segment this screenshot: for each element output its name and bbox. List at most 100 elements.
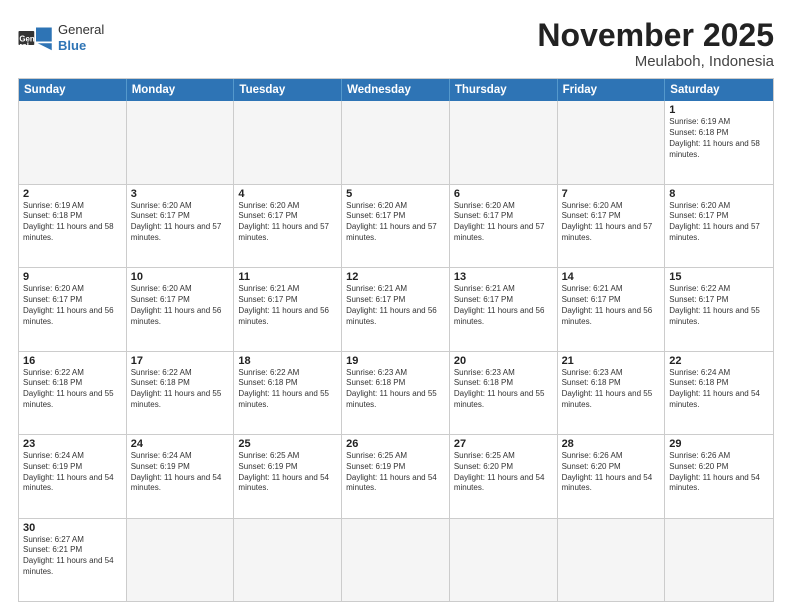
day-number: 1 bbox=[669, 104, 769, 116]
calendar-cell-2-4: 13Sunrise: 6:21 AMSunset: 6:17 PMDayligh… bbox=[450, 268, 558, 350]
location-title: Meulaboh, Indonesia bbox=[537, 53, 774, 70]
calendar-cell-3-2: 18Sunrise: 6:22 AMSunset: 6:18 PMDayligh… bbox=[234, 352, 342, 434]
month-title: November 2025 bbox=[537, 18, 774, 53]
calendar-cell-1-4: 6Sunrise: 6:20 AMSunset: 6:17 PMDaylight… bbox=[450, 185, 558, 267]
calendar-cell-5-4 bbox=[450, 519, 558, 601]
day-number: 5 bbox=[346, 188, 445, 200]
calendar-cell-0-5 bbox=[558, 101, 666, 183]
header-wednesday: Wednesday bbox=[342, 79, 450, 101]
header-monday: Monday bbox=[127, 79, 235, 101]
sun-info: Sunrise: 6:20 AMSunset: 6:17 PMDaylight:… bbox=[238, 201, 337, 244]
sun-info: Sunrise: 6:24 AMSunset: 6:19 PMDaylight:… bbox=[23, 451, 122, 494]
calendar-row-0: 1Sunrise: 6:19 AMSunset: 6:18 PMDaylight… bbox=[19, 101, 773, 183]
header: Gene ral General Blue November 2025 Meul… bbox=[18, 18, 774, 70]
sun-info: Sunrise: 6:25 AMSunset: 6:20 PMDaylight:… bbox=[454, 451, 553, 494]
calendar-cell-1-3: 5Sunrise: 6:20 AMSunset: 6:17 PMDaylight… bbox=[342, 185, 450, 267]
calendar-cell-5-5 bbox=[558, 519, 666, 601]
day-number: 29 bbox=[669, 438, 769, 450]
calendar-cell-4-4: 27Sunrise: 6:25 AMSunset: 6:20 PMDayligh… bbox=[450, 435, 558, 517]
general-blue-logo-icon: Gene ral bbox=[18, 24, 54, 52]
sun-info: Sunrise: 6:19 AMSunset: 6:18 PMDaylight:… bbox=[669, 117, 769, 160]
day-number: 27 bbox=[454, 438, 553, 450]
calendar: Sunday Monday Tuesday Wednesday Thursday… bbox=[18, 78, 774, 602]
day-number: 7 bbox=[562, 188, 661, 200]
calendar-cell-0-1 bbox=[127, 101, 235, 183]
sun-info: Sunrise: 6:25 AMSunset: 6:19 PMDaylight:… bbox=[238, 451, 337, 494]
sun-info: Sunrise: 6:22 AMSunset: 6:18 PMDaylight:… bbox=[131, 368, 230, 411]
day-number: 28 bbox=[562, 438, 661, 450]
calendar-cell-1-0: 2Sunrise: 6:19 AMSunset: 6:18 PMDaylight… bbox=[19, 185, 127, 267]
sun-info: Sunrise: 6:23 AMSunset: 6:18 PMDaylight:… bbox=[454, 368, 553, 411]
header-tuesday: Tuesday bbox=[234, 79, 342, 101]
calendar-cell-1-5: 7Sunrise: 6:20 AMSunset: 6:17 PMDaylight… bbox=[558, 185, 666, 267]
logo-text-general: General bbox=[58, 22, 104, 38]
day-number: 16 bbox=[23, 355, 122, 367]
calendar-cell-0-0 bbox=[19, 101, 127, 183]
day-number: 3 bbox=[131, 188, 230, 200]
calendar-row-1: 2Sunrise: 6:19 AMSunset: 6:18 PMDaylight… bbox=[19, 184, 773, 267]
day-number: 23 bbox=[23, 438, 122, 450]
calendar-cell-4-3: 26Sunrise: 6:25 AMSunset: 6:19 PMDayligh… bbox=[342, 435, 450, 517]
logo: Gene ral General Blue bbox=[18, 22, 104, 53]
day-number: 2 bbox=[23, 188, 122, 200]
sun-info: Sunrise: 6:26 AMSunset: 6:20 PMDaylight:… bbox=[562, 451, 661, 494]
calendar-cell-3-5: 21Sunrise: 6:23 AMSunset: 6:18 PMDayligh… bbox=[558, 352, 666, 434]
day-number: 15 bbox=[669, 271, 769, 283]
day-number: 19 bbox=[346, 355, 445, 367]
calendar-cell-1-2: 4Sunrise: 6:20 AMSunset: 6:17 PMDaylight… bbox=[234, 185, 342, 267]
day-number: 4 bbox=[238, 188, 337, 200]
day-number: 26 bbox=[346, 438, 445, 450]
calendar-cell-0-2 bbox=[234, 101, 342, 183]
sun-info: Sunrise: 6:22 AMSunset: 6:18 PMDaylight:… bbox=[238, 368, 337, 411]
day-number: 30 bbox=[23, 522, 122, 534]
calendar-cell-1-1: 3Sunrise: 6:20 AMSunset: 6:17 PMDaylight… bbox=[127, 185, 235, 267]
sun-info: Sunrise: 6:20 AMSunset: 6:17 PMDaylight:… bbox=[131, 201, 230, 244]
calendar-cell-3-1: 17Sunrise: 6:22 AMSunset: 6:18 PMDayligh… bbox=[127, 352, 235, 434]
calendar-cell-2-5: 14Sunrise: 6:21 AMSunset: 6:17 PMDayligh… bbox=[558, 268, 666, 350]
header-thursday: Thursday bbox=[450, 79, 558, 101]
day-number: 10 bbox=[131, 271, 230, 283]
sun-info: Sunrise: 6:23 AMSunset: 6:18 PMDaylight:… bbox=[346, 368, 445, 411]
header-friday: Friday bbox=[558, 79, 666, 101]
calendar-cell-5-6 bbox=[665, 519, 773, 601]
day-number: 12 bbox=[346, 271, 445, 283]
title-block: November 2025 Meulaboh, Indonesia bbox=[537, 18, 774, 70]
sun-info: Sunrise: 6:20 AMSunset: 6:17 PMDaylight:… bbox=[131, 284, 230, 327]
sun-info: Sunrise: 6:20 AMSunset: 6:17 PMDaylight:… bbox=[346, 201, 445, 244]
calendar-cell-3-4: 20Sunrise: 6:23 AMSunset: 6:18 PMDayligh… bbox=[450, 352, 558, 434]
calendar-cell-3-6: 22Sunrise: 6:24 AMSunset: 6:18 PMDayligh… bbox=[665, 352, 773, 434]
calendar-cell-2-2: 11Sunrise: 6:21 AMSunset: 6:17 PMDayligh… bbox=[234, 268, 342, 350]
day-number: 8 bbox=[669, 188, 769, 200]
calendar-row-5: 30Sunrise: 6:27 AMSunset: 6:21 PMDayligh… bbox=[19, 518, 773, 601]
sun-info: Sunrise: 6:21 AMSunset: 6:17 PMDaylight:… bbox=[454, 284, 553, 327]
sun-info: Sunrise: 6:20 AMSunset: 6:17 PMDaylight:… bbox=[562, 201, 661, 244]
day-number: 24 bbox=[131, 438, 230, 450]
calendar-cell-4-5: 28Sunrise: 6:26 AMSunset: 6:20 PMDayligh… bbox=[558, 435, 666, 517]
sun-info: Sunrise: 6:22 AMSunset: 6:18 PMDaylight:… bbox=[23, 368, 122, 411]
calendar-cell-0-4 bbox=[450, 101, 558, 183]
calendar-cell-5-2 bbox=[234, 519, 342, 601]
day-number: 22 bbox=[669, 355, 769, 367]
calendar-cell-2-3: 12Sunrise: 6:21 AMSunset: 6:17 PMDayligh… bbox=[342, 268, 450, 350]
sun-info: Sunrise: 6:21 AMSunset: 6:17 PMDaylight:… bbox=[238, 284, 337, 327]
calendar-cell-1-6: 8Sunrise: 6:20 AMSunset: 6:17 PMDaylight… bbox=[665, 185, 773, 267]
sun-info: Sunrise: 6:21 AMSunset: 6:17 PMDaylight:… bbox=[562, 284, 661, 327]
calendar-cell-0-3 bbox=[342, 101, 450, 183]
sun-info: Sunrise: 6:20 AMSunset: 6:17 PMDaylight:… bbox=[454, 201, 553, 244]
calendar-cell-4-0: 23Sunrise: 6:24 AMSunset: 6:19 PMDayligh… bbox=[19, 435, 127, 517]
calendar-cell-4-6: 29Sunrise: 6:26 AMSunset: 6:20 PMDayligh… bbox=[665, 435, 773, 517]
day-number: 11 bbox=[238, 271, 337, 283]
sun-info: Sunrise: 6:25 AMSunset: 6:19 PMDaylight:… bbox=[346, 451, 445, 494]
day-number: 9 bbox=[23, 271, 122, 283]
day-number: 18 bbox=[238, 355, 337, 367]
calendar-row-4: 23Sunrise: 6:24 AMSunset: 6:19 PMDayligh… bbox=[19, 434, 773, 517]
sun-info: Sunrise: 6:24 AMSunset: 6:19 PMDaylight:… bbox=[131, 451, 230, 494]
calendar-cell-4-2: 25Sunrise: 6:25 AMSunset: 6:19 PMDayligh… bbox=[234, 435, 342, 517]
day-number: 13 bbox=[454, 271, 553, 283]
calendar-cell-0-6: 1Sunrise: 6:19 AMSunset: 6:18 PMDaylight… bbox=[665, 101, 773, 183]
header-sunday: Sunday bbox=[19, 79, 127, 101]
sun-info: Sunrise: 6:27 AMSunset: 6:21 PMDaylight:… bbox=[23, 535, 122, 578]
calendar-cell-3-0: 16Sunrise: 6:22 AMSunset: 6:18 PMDayligh… bbox=[19, 352, 127, 434]
calendar-row-3: 16Sunrise: 6:22 AMSunset: 6:18 PMDayligh… bbox=[19, 351, 773, 434]
calendar-cell-2-1: 10Sunrise: 6:20 AMSunset: 6:17 PMDayligh… bbox=[127, 268, 235, 350]
